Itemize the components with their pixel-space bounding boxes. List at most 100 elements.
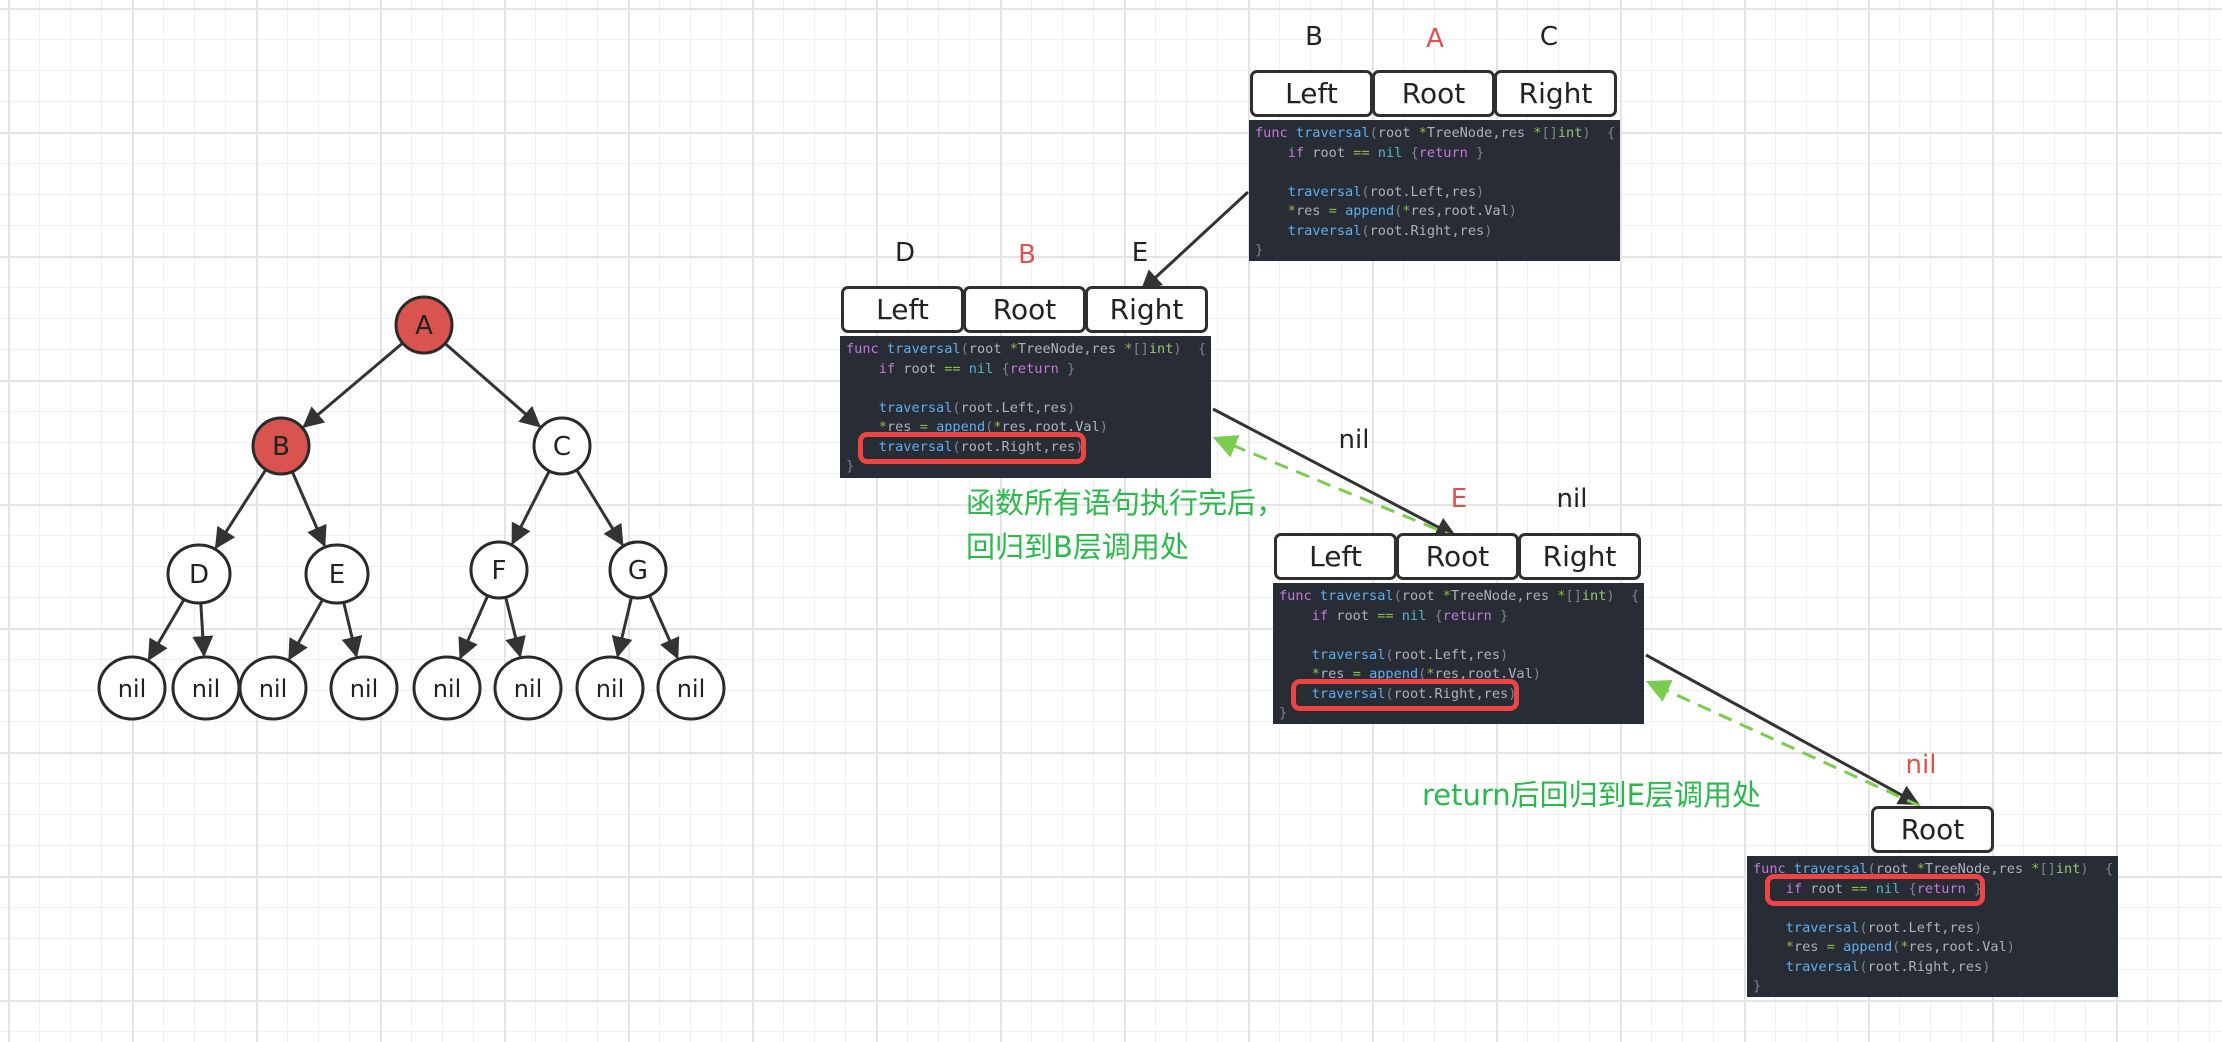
tree-node-label: G — [628, 556, 648, 586]
tree-node-label: nil — [514, 675, 543, 703]
frame-a-left-label: B — [1305, 22, 1323, 52]
code-line: traversal(root.Left,res) — [1785, 919, 1983, 936]
frame-a-code-block: func traversal(root *TreeNode,res *[]int… — [1249, 120, 1620, 261]
code-line: *res = append(*res,root.Val) — [1785, 939, 2015, 955]
call-arrow-a-to-b — [1140, 190, 1250, 292]
tree-edge-C-F — [511, 470, 551, 546]
tree-node-label: A — [415, 311, 433, 341]
tree-edge-A-B — [302, 341, 404, 428]
frame-nil-fields: Root — [1871, 806, 1994, 853]
tree-node-C: C — [532, 416, 592, 476]
frame-e-code-block: func traversal(root *TreeNode,res *[]int… — [1273, 583, 1644, 724]
tree-node-B: B — [251, 416, 311, 476]
tree-node-label: nil — [350, 675, 379, 703]
left-field: Left — [841, 286, 964, 333]
tree-node-n7: nil — [575, 655, 645, 721]
tree-node-label: C — [553, 432, 571, 462]
tree-node-label: F — [492, 556, 507, 586]
code-line: if root == nil {return } — [1287, 144, 1485, 161]
tree-node-label: nil — [433, 675, 462, 703]
tree-edge-G-n8 — [648, 594, 680, 660]
code-line: traversal(root.Right,res) — [1785, 958, 1991, 975]
frame-b-root-label: B — [1018, 240, 1036, 270]
tree-node-A: A — [394, 295, 454, 355]
tree-node-label: E — [329, 560, 345, 590]
root-field: Root — [1396, 533, 1519, 580]
tree-node-label: nil — [596, 675, 625, 703]
tree-edge-A-C — [444, 342, 542, 428]
right-field: Right — [1085, 286, 1208, 333]
tree-edge-B-D — [214, 468, 268, 550]
left-field: Left — [1250, 70, 1373, 117]
tree-node-label: nil — [118, 675, 147, 703]
frame-b-right-label: E — [1131, 238, 1149, 268]
tree-edge-F-n5 — [458, 595, 490, 660]
code-line: traversal(root.Right,res) — [1311, 685, 1517, 702]
tree-node-D: D — [166, 543, 232, 605]
tree-edge-F-n6 — [504, 596, 526, 658]
code-line: func traversal(root *TreeNode,res *[]int… — [1255, 125, 1616, 141]
code-line: traversal(root.Right,res) — [1287, 222, 1493, 239]
right-field: Right — [1518, 533, 1641, 580]
code-line: func traversal(root *TreeNode,res *[]int… — [1279, 588, 1640, 604]
root-field: Root — [963, 286, 1086, 333]
tree-node-n4: nil — [329, 655, 399, 721]
root-field: Root — [1372, 70, 1495, 117]
frame-e-root-label: E — [1450, 484, 1468, 514]
left-field: Left — [1274, 533, 1397, 580]
tree-node-label: nil — [259, 675, 288, 703]
tree-node-n5: nil — [412, 655, 482, 721]
frame-b-code-block: func traversal(root *TreeNode,res *[]int… — [840, 336, 1211, 478]
right-field: Right — [1494, 70, 1617, 117]
code-line: if root == nil {return } — [1785, 880, 1983, 897]
frame-b-fields: Left Root Right — [841, 286, 1208, 333]
tree-edges — [147, 341, 680, 661]
code-line: } — [1279, 705, 1288, 721]
tree-node-n3: nil — [238, 655, 308, 721]
root-field: Root — [1871, 806, 1994, 853]
tree-edge-B-E — [290, 471, 327, 548]
tree-node-F: F — [469, 540, 529, 600]
frame-b-left-label: D — [894, 238, 916, 268]
frame-nil-root-label: nil — [1905, 750, 1937, 780]
code-line: *res = append(*res,root.Val) — [1311, 666, 1541, 682]
tree-edge-G-n7 — [611, 596, 633, 658]
return-to-b-note: 函数所有语句执行完后， 回归到B层调用处 — [966, 481, 1285, 569]
code-line: *res = append(*res,root.Val) — [878, 419, 1108, 435]
tree-node-n1: nil — [97, 655, 167, 721]
tree-node-n6: nil — [493, 655, 563, 721]
tree-node-label: nil — [192, 675, 221, 703]
tree-edge-E-n3 — [288, 598, 324, 661]
return-to-e-note: return后回归到E层调用处 — [1422, 778, 1761, 812]
frame-a-fields: Left Root Right — [1250, 70, 1617, 117]
tree-node-n2: nil — [171, 655, 241, 721]
frame-nil-code-block: func traversal(root *TreeNode,res *[]int… — [1747, 856, 2118, 997]
tree-edge-E-n4 — [341, 601, 363, 658]
tree-edge-D-n1 — [147, 598, 186, 661]
tree-node-label: B — [272, 432, 290, 462]
tree-node-E: E — [304, 543, 370, 605]
tree-node-n8: nil — [656, 655, 726, 721]
code-line: *res = append(*res,root.Val) — [1287, 203, 1517, 219]
tree-node-label: D — [189, 560, 209, 590]
return-to-b-note-line1: 函数所有语句执行完后， — [966, 486, 1286, 520]
frame-e-right-label: nil — [1556, 484, 1588, 514]
code-line: traversal(root.Right,res) — [878, 438, 1084, 455]
code-line: traversal(root.Left,res) — [1311, 646, 1509, 663]
tree-edge-D-n2 — [192, 602, 214, 658]
frame-a-root-label: A — [1426, 24, 1444, 54]
code-line: func traversal(root *TreeNode,res *[]int… — [1753, 861, 2114, 877]
frame-a-right-label: C — [1539, 22, 1559, 52]
tree-nodes: A B C D E F Gnil nil nil nil nil nil nil nil — [97, 295, 726, 721]
frame-e-left-label: nil — [1338, 425, 1370, 455]
code-line: } — [1753, 978, 1762, 994]
return-to-b-note-line2: 回归到B层调用处 — [966, 530, 1189, 564]
frame-e-fields: Left Root Right — [1274, 533, 1641, 580]
code-line: traversal(root.Left,res) — [878, 399, 1076, 416]
code-line: traversal(root.Left,res) — [1287, 183, 1485, 200]
tree-node-G: G — [608, 540, 668, 600]
